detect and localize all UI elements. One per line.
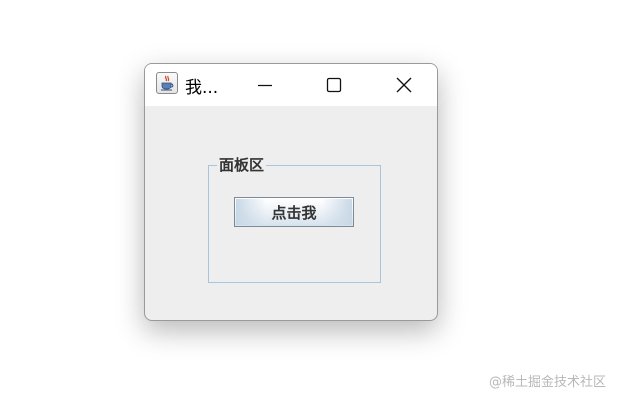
minimize-button[interactable] [242,64,288,106]
java-coffee-icon[interactable] [156,72,178,94]
click-me-button-label: 点击我 [271,203,317,222]
app-window: 我... 面板区 点击我 [144,63,438,321]
close-icon [396,77,412,93]
minimize-icon [258,84,272,87]
panel-legend: 面板区 [217,155,267,175]
desktop: 我... 面板区 点击我 @稀土掘金技术社区 [0,0,618,400]
click-me-button[interactable]: 点击我 [234,197,354,227]
title-bar[interactable]: 我... [145,64,437,106]
watermark-text: @稀土掘金技术社区 [488,375,606,390]
maximize-icon [326,77,342,93]
close-button[interactable] [381,64,427,106]
window-title: 我... [185,78,219,98]
maximize-button[interactable] [311,64,357,106]
